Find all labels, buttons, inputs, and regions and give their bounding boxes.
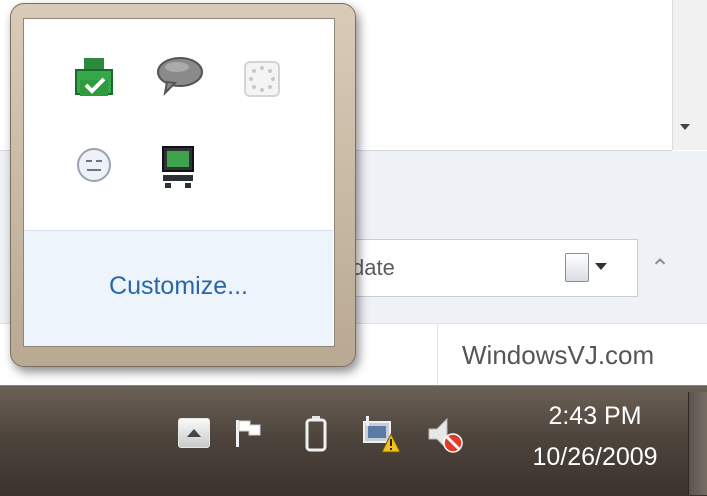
messenger-status-icon[interactable] <box>74 145 114 185</box>
divider <box>437 323 438 385</box>
network-warning-icon[interactable] <box>360 414 400 454</box>
volume-muted-icon[interactable] <box>425 415 465 455</box>
search-input-text: date <box>352 255 395 280</box>
loading-icon[interactable] <box>241 58 283 100</box>
printer-status-icon[interactable] <box>70 54 118 106</box>
chat-bubble-icon[interactable] <box>155 55 205 99</box>
show-desktop-button[interactable] <box>688 392 707 495</box>
scroll-down-arrow-icon[interactable] <box>680 124 690 130</box>
view-options-dropdown-icon[interactable] <box>595 263 607 270</box>
clock-date[interactable]: 10/26/2009 <box>502 443 688 472</box>
network-monitor-icon[interactable] <box>157 145 199 191</box>
show-hidden-icons-button[interactable] <box>178 418 210 448</box>
change-view-icon[interactable] <box>565 253 589 282</box>
action-center-flag-icon[interactable] <box>233 417 265 451</box>
watermark: WindowsVJ.com <box>462 340 655 370</box>
battery-icon[interactable] <box>304 414 328 454</box>
clock-time[interactable]: 2:43 PM <box>510 402 680 431</box>
customize-link[interactable]: Customize... <box>24 272 333 301</box>
collapse-chevron-icon[interactable]: ⌃ <box>650 256 670 280</box>
